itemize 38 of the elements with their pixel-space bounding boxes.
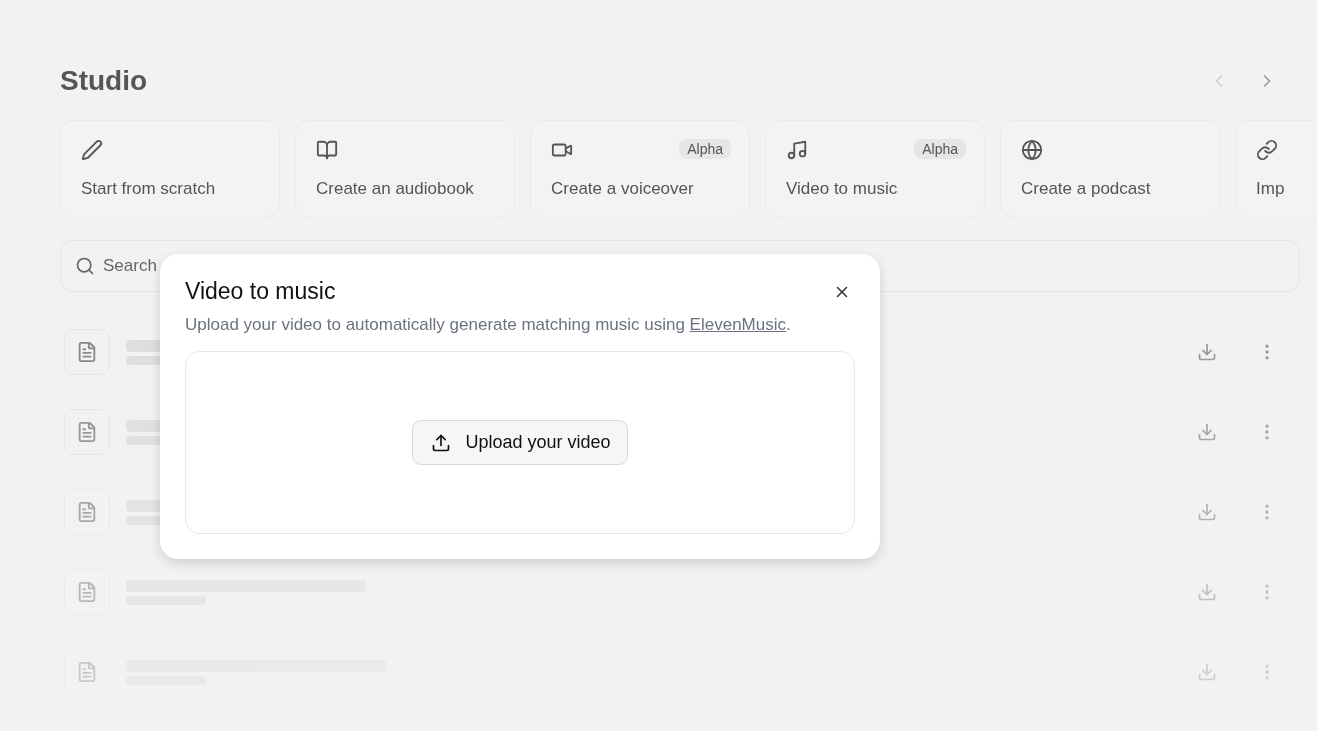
- download-icon[interactable]: [1197, 502, 1217, 522]
- book-icon: [316, 139, 338, 161]
- card-label: Create a voiceover: [551, 179, 695, 199]
- upload-dropzone[interactable]: Upload your video: [185, 351, 855, 534]
- page-title: Studio: [60, 65, 148, 97]
- download-icon[interactable]: [1197, 342, 1217, 362]
- dialog-description: Upload your video to automatically generate matching music using ElevenMusic.: [185, 315, 792, 335]
- card-label: Create a podcast: [1021, 179, 1152, 199]
- action-card[interactable]: Start from scratch: [60, 120, 280, 218]
- action-card[interactable]: Create a podcast: [1000, 120, 1220, 218]
- document-thumbnail: [64, 409, 110, 455]
- pen-icon: [81, 139, 103, 161]
- download-icon[interactable]: [1197, 422, 1217, 442]
- download-icon[interactable]: [1197, 662, 1217, 682]
- dialog-title: Video to music: [185, 278, 336, 305]
- document-thumbnail: [64, 489, 110, 535]
- alpha-badge: Alpha: [914, 139, 966, 159]
- action-card[interactable]: Create an audiobook: [295, 120, 515, 218]
- document-thumbnail: [64, 649, 110, 695]
- document-thumbnail: [64, 329, 110, 375]
- action-card[interactable]: Imp: [1235, 120, 1317, 218]
- card-label: Start from scratch: [81, 179, 217, 199]
- alpha-badge: Alpha: [679, 139, 731, 159]
- globe-icon: [1021, 139, 1043, 161]
- card-label: Create an audiobook: [316, 179, 475, 199]
- music-note-icon: [786, 139, 808, 161]
- action-card[interactable]: Alpha Create a voiceover: [530, 120, 750, 218]
- link-icon: [1256, 139, 1278, 161]
- card-label: Video to music: [786, 179, 899, 199]
- search-icon: [75, 256, 95, 276]
- elevenmusic-link[interactable]: ElevenMusic: [689, 315, 786, 334]
- document-thumbnail: [64, 569, 110, 615]
- card-label: Imp: [1256, 179, 1286, 199]
- upload-button[interactable]: Upload your video: [412, 420, 628, 465]
- search-placeholder: Search: [103, 256, 157, 276]
- upload-icon: [431, 432, 452, 453]
- download-icon[interactable]: [1197, 582, 1217, 602]
- action-card[interactable]: Alpha Video to music: [765, 120, 985, 218]
